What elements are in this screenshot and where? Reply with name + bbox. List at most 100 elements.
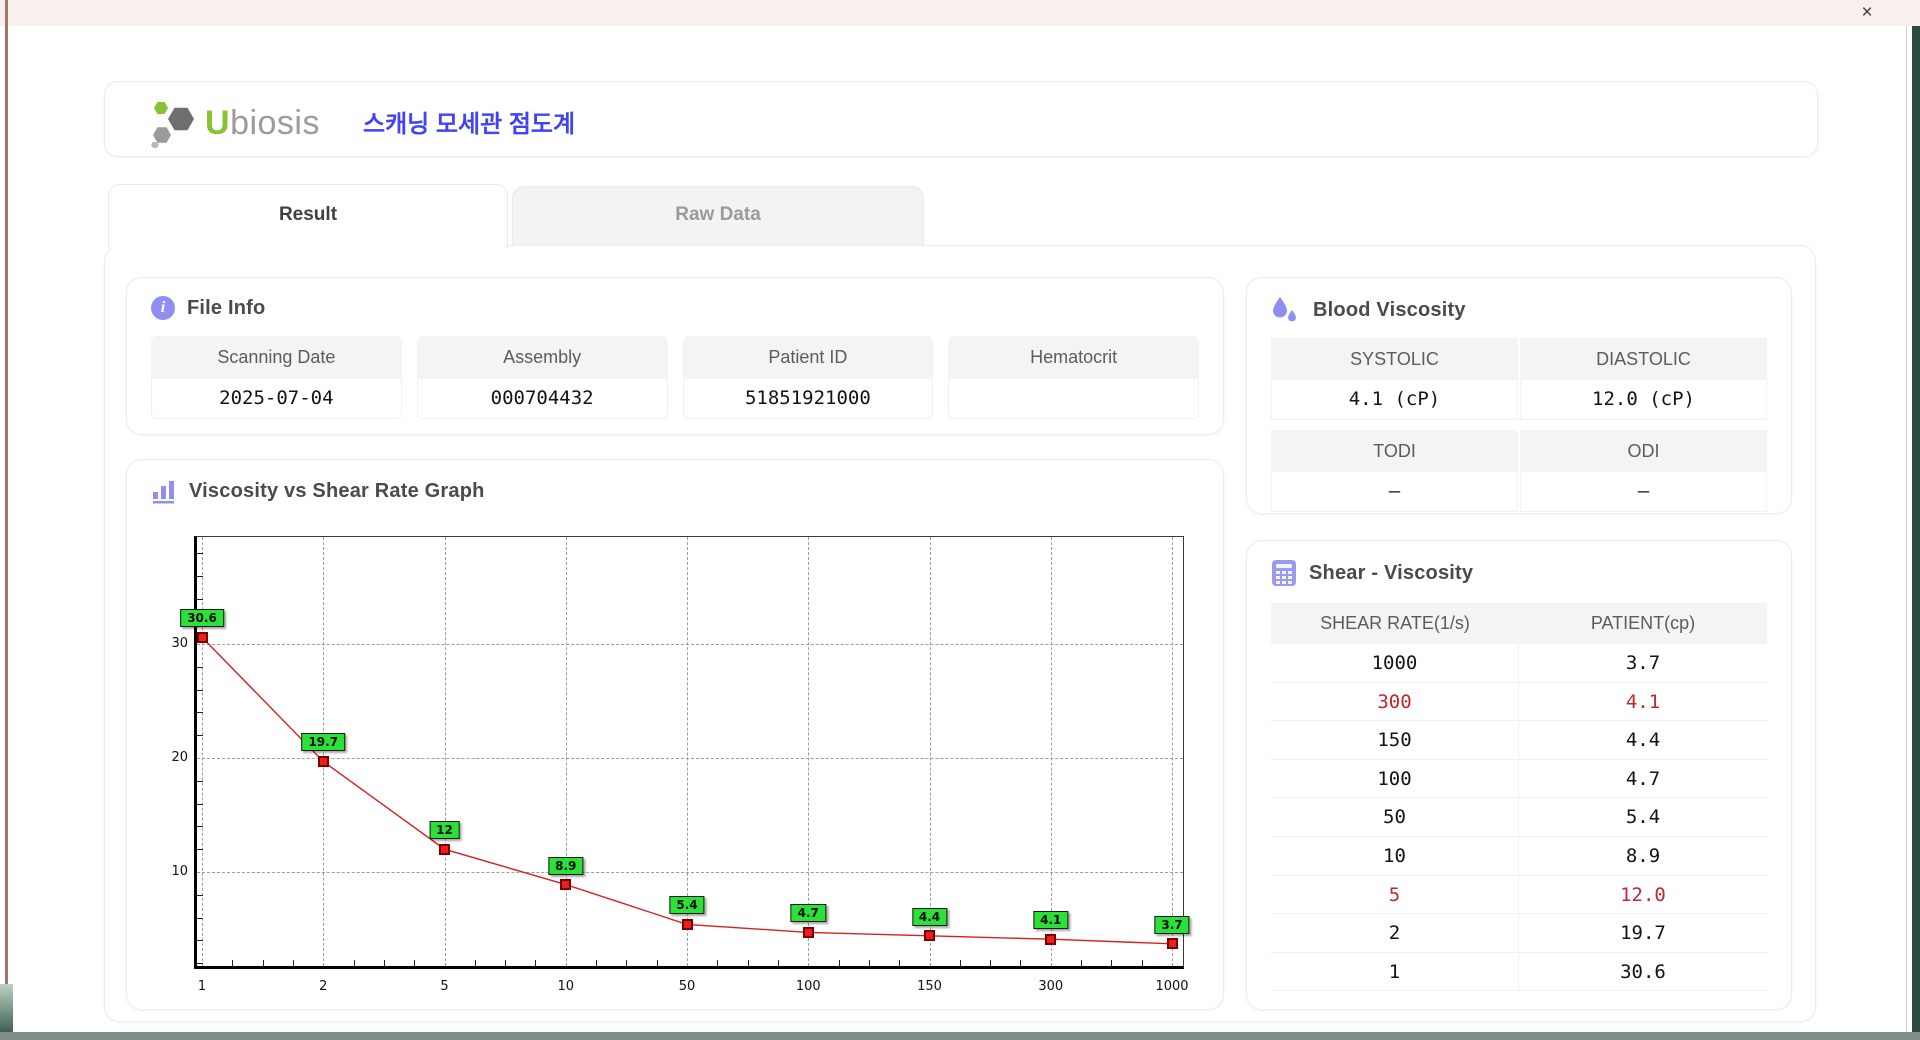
shear-table-body: 1000 3.7 300 4.1 150 4.4 100 4.7 50 5.4 10 8.9 5 12.0…: [1271, 644, 1767, 992]
x-tick-label: 100: [795, 979, 821, 994]
col-patient: PATIENT(cp): [1590, 613, 1696, 633]
x-tick-label: 1000: [1155, 979, 1189, 994]
app-title: 스캐닝 모세관 점도계: [363, 111, 576, 138]
x-tick-label: 2: [319, 979, 328, 994]
cell-shear-rate: 50: [1271, 798, 1519, 837]
x-tick-label: 300: [1038, 979, 1064, 994]
blood-viscosity-row-1: SYSTOLIC DIASTOLIC 4.1 (cP) 12.0 (cP): [1271, 338, 1767, 420]
data-point-label: 5.4: [669, 896, 705, 915]
data-point-label: 4.4: [911, 907, 948, 926]
file-info-field-scanning-date: Scanning Date 2025-07-04: [151, 336, 402, 419]
close-icon[interactable]: ×: [1854, 1, 1880, 25]
data-point-label: 12: [429, 821, 460, 840]
data-point-marker: [317, 755, 329, 767]
cell-shear-rate: 300: [1271, 682, 1519, 722]
cell-patient-viscosity: 8.9: [1625, 844, 1661, 867]
window-edge-right: [1912, 26, 1920, 1040]
data-point-marker: [802, 926, 814, 938]
data-point-label: 19.7: [301, 733, 346, 752]
table-row: 2 19.7: [1271, 914, 1767, 953]
data-point-marker: [681, 918, 693, 930]
data-point-label: 8.9: [548, 856, 584, 875]
plot-outer: 1 2 5 10 50 100 150 300 1000 10 20 30 30.6 19.7 12 8.9 5…: [171, 536, 1190, 994]
table-row: 150 4.4: [1271, 721, 1767, 760]
shear-table-header: SHEAR RATE(1/s) PATIENT(cp): [1271, 603, 1767, 644]
file-info-field-assembly: Assembly 000704432: [416, 336, 668, 419]
data-point-marker: [1045, 933, 1057, 945]
cell-shear-rate: 5: [1271, 875, 1519, 915]
file-info-field-hematocrit: Hematocrit: [948, 336, 1199, 419]
data-point-label: 4.7: [790, 904, 826, 923]
table-row: 300 4.1: [1271, 682, 1767, 722]
file-info-title: File Info: [187, 296, 266, 319]
cell-shear-rate: 2: [1271, 914, 1519, 953]
file-info-card: i File Info Scanning Date 2025-07-04 Assem…: [126, 277, 1224, 435]
data-point-label: 3.7: [1154, 915, 1190, 934]
field-label: Scanning Date: [151, 336, 402, 379]
x-tick-label: 50: [678, 979, 696, 994]
cell-shear-rate: 150: [1271, 721, 1519, 760]
blood-viscosity-card: Blood Viscosity SYSTOLIC DIASTOLIC 4.1 (cP…: [1246, 277, 1792, 514]
logo-rest: biosis: [230, 103, 320, 142]
window-edge-right-border: [1906, 26, 1907, 1040]
data-point-marker: [560, 879, 572, 891]
graph-title: Viscosity vs Shear Rate Graph: [189, 479, 485, 502]
table-row: 1000 3.7: [1271, 644, 1767, 683]
cell-patient-viscosity: 4.1: [1625, 690, 1661, 713]
window-edge-bottom: [0, 1032, 1920, 1040]
bar-chart-icon: [153, 481, 174, 504]
bv-label-diastolic: DIASTOLIC: [1520, 338, 1767, 380]
table-row: 100 4.7: [1271, 759, 1767, 799]
field-value: 2025-07-04: [151, 379, 402, 419]
data-point-marker: [1166, 938, 1178, 950]
field-label: Assembly: [416, 336, 668, 379]
tab-result[interactable]: Result: [108, 184, 508, 248]
viscosity-shear-plot: 1 2 5 10 50 100 150 300 1000 10 20 30 30.6 19.7 12 8.9 5…: [171, 536, 1190, 994]
shear-viscosity-title: Shear - Viscosity: [1309, 561, 1474, 584]
data-point-label: 30.6: [180, 609, 224, 628]
tab-raw-data[interactable]: Raw Data: [512, 186, 924, 245]
shear-viscosity-card: Shear - Viscosity SHEAR RATE(1/s) PATIEN…: [1246, 540, 1792, 1010]
bv-value-systolic: 4.1 (cP): [1271, 380, 1518, 420]
table-row: 10 8.9: [1271, 836, 1767, 876]
shear-viscosity-table: SHEAR RATE(1/s) PATIENT(cp) 1000 3.7 300 4.…: [1271, 603, 1767, 992]
calculator-icon: [1272, 560, 1296, 586]
app-header: Ubiosis 스캐닝 모세관 점도계: [104, 81, 1818, 157]
file-info-fields: Scanning Date 2025-07-04 Assembly 000704432…: [151, 336, 1199, 419]
x-tick-label: 5: [440, 979, 449, 994]
x-tick-label: 150: [917, 979, 942, 994]
x-tick-label: 1: [197, 979, 207, 994]
col-shear-rate: SHEAR RATE(1/s): [1320, 613, 1470, 633]
cell-shear-rate: 100: [1271, 759, 1519, 799]
droplets-icon: [1273, 297, 1296, 322]
y-tick-label: 20: [171, 750, 188, 766]
window-titlebar: [0, 0, 1920, 26]
info-icon: i: [151, 296, 175, 320]
data-point-label: 4.1: [1033, 911, 1069, 930]
viscosity-graph-card: Viscosity vs Shear Rate Graph 1 2 5 10 50 100…: [126, 459, 1224, 1010]
data-point-marker: [196, 631, 208, 643]
bv-value-todi: –: [1271, 472, 1518, 512]
table-row: 1 30.6: [1271, 952, 1767, 992]
bv-label-odi: ODI: [1520, 430, 1767, 472]
hexagon-logo-icon: [151, 102, 194, 148]
y-tick-label: 10: [171, 864, 188, 879]
window-corner-bottom-left: [0, 984, 13, 1032]
data-point-marker: [924, 930, 935, 942]
cell-shear-rate: 10: [1271, 836, 1519, 876]
cell-patient-viscosity: 4.4: [1625, 729, 1661, 752]
field-label: Patient ID: [682, 336, 934, 379]
bv-label-todi: TODI: [1271, 430, 1518, 472]
cell-patient-viscosity: 4.7: [1625, 767, 1661, 790]
file-info-field-patient-id: Patient ID 51851921000: [682, 336, 934, 419]
cell-shear-rate: 1: [1271, 952, 1519, 992]
field-value: 000704432: [416, 379, 668, 419]
window-edge-left: [5, 0, 8, 1040]
y-tick-label: 30: [171, 636, 188, 652]
blood-viscosity-title: Blood Viscosity: [1313, 298, 1466, 321]
logo-letter-u: U: [205, 103, 231, 142]
cell-patient-viscosity: 19.7: [1620, 922, 1666, 945]
bv-label-systolic: SYSTOLIC: [1271, 338, 1518, 380]
bv-value-diastolic: 12.0 (cP): [1520, 380, 1767, 420]
cell-shear-rate: 1000: [1271, 644, 1519, 683]
